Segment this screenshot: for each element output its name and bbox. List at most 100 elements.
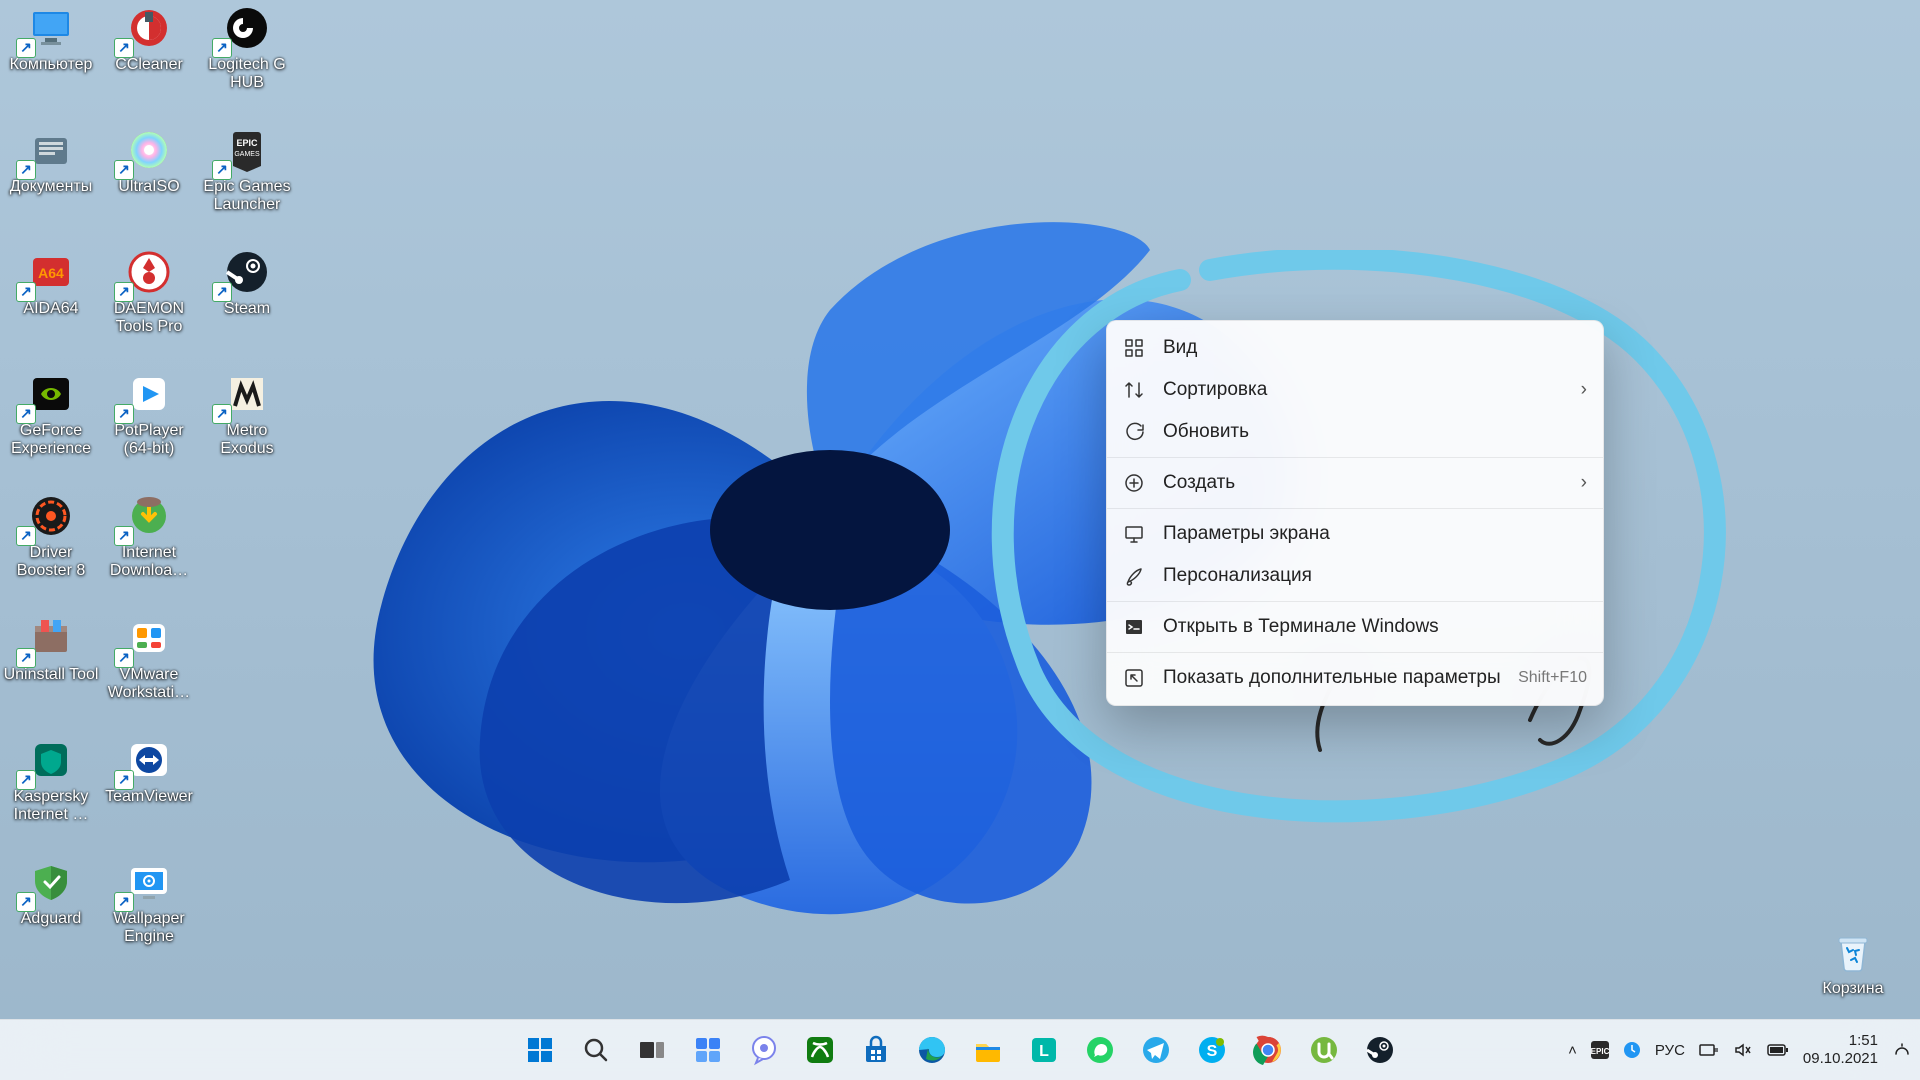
desktop-icon-epic[interactable]: EPICGAMES↗Epic Games Launcher: [198, 126, 296, 214]
shortcut-overlay-icon: ↗: [212, 404, 232, 424]
context-menu-label: Параметры экрана: [1163, 523, 1587, 545]
context-menu-label: Вид: [1163, 337, 1587, 359]
systray-volume-icon[interactable]: [1733, 1042, 1753, 1058]
chrome-icon: [1252, 1034, 1284, 1066]
desktop-icon-daemon[interactable]: ↗DAEMON Tools Pro: [100, 248, 198, 336]
desktop-icon-ccleaner[interactable]: ↗CCleaner: [100, 4, 198, 74]
svg-text:A64: A64: [38, 265, 64, 281]
desktop-icon-label: Logitech G HUB: [199, 56, 295, 92]
taskbar-start-button[interactable]: [516, 1026, 564, 1074]
systray-clock-icon[interactable]: [1623, 1041, 1641, 1059]
chevron-right-icon: ›: [1581, 379, 1587, 401]
desktop-icon-label: Epic Games Launcher: [199, 178, 295, 214]
context-menu-shortcut: Shift+F10: [1518, 669, 1587, 687]
shortcut-overlay-icon: ↗: [114, 38, 134, 58]
taskbar-widgets-button[interactable]: [684, 1026, 732, 1074]
desktop-icon-logitech[interactable]: ↗Logitech G HUB: [198, 4, 296, 92]
brush-icon: [1123, 565, 1145, 587]
taskbar-utorrent-button[interactable]: [1300, 1026, 1348, 1074]
taskbar-chrome-button[interactable]: [1244, 1026, 1292, 1074]
xbox-icon: [804, 1034, 836, 1066]
desktop-icon-vmware[interactable]: ↗VMware Workstati…: [100, 614, 198, 702]
desktop-icon-steam[interactable]: ↗Steam: [198, 248, 296, 318]
desktop-icon-idm[interactable]: ↗Internet Downloa…: [100, 492, 198, 580]
context-menu-item-plus[interactable]: Создать›: [1107, 462, 1603, 504]
desktop-context-menu: Вид Сортировка›Обновить Создать› Параметры …: [1106, 320, 1604, 706]
systray-network-icon[interactable]: [1699, 1042, 1719, 1058]
taskbar-taskview-button[interactable]: [628, 1026, 676, 1074]
taskbar-chat-button[interactable]: [740, 1026, 788, 1074]
taskbar-msstore-button[interactable]: [852, 1026, 900, 1074]
plus-icon: [1123, 472, 1145, 494]
utorrent-icon: [1308, 1034, 1340, 1066]
taskview-icon: [636, 1034, 668, 1066]
context-menu-separator: [1107, 601, 1603, 602]
context-menu-item-sort[interactable]: Сортировка›: [1107, 369, 1603, 411]
context-menu-item-refresh[interactable]: Обновить: [1107, 411, 1603, 453]
context-menu-item-brush[interactable]: Персонализация: [1107, 555, 1603, 597]
desktop-icon-kaspersky[interactable]: ↗Kaspersky Internet …: [2, 736, 100, 824]
desktop-icon-wallpaper[interactable]: ↗Wallpaper Engine: [100, 858, 198, 946]
desktop-icon-computer[interactable]: ↗Компьютер: [2, 4, 100, 74]
context-menu-label: Персонализация: [1163, 565, 1587, 587]
context-menu-separator: [1107, 652, 1603, 653]
desktop-icon-recycle-bin[interactable]: Корзина: [1804, 928, 1902, 998]
systray-battery-icon[interactable]: [1767, 1043, 1789, 1057]
desktop-icon-documents[interactable]: ↗Документы: [2, 126, 100, 196]
shortcut-overlay-icon: ↗: [16, 282, 36, 302]
systray-epic-icon[interactable]: EPIC: [1591, 1041, 1609, 1059]
display-icon: [1123, 523, 1145, 545]
desktop-icon-label: Steam: [224, 300, 270, 318]
desktop-icon-uninstall[interactable]: ↗Uninstall Tool: [2, 614, 100, 684]
context-menu-label: Открыть в Терминале Windows: [1163, 616, 1587, 638]
taskbar-edge-button[interactable]: [908, 1026, 956, 1074]
taskbar-search-button[interactable]: [572, 1026, 620, 1074]
shortcut-overlay-icon: ↗: [16, 892, 36, 912]
desktop-icon-label: Wallpaper Engine: [101, 910, 197, 946]
context-menu-item-display[interactable]: Параметры экрана: [1107, 513, 1603, 555]
svg-text:EPIC: EPIC: [236, 138, 258, 148]
context-menu-separator: [1107, 457, 1603, 458]
context-menu-item-terminal[interactable]: Открыть в Терминале Windows: [1107, 606, 1603, 648]
systray-overflow[interactable]: ˄: [1568, 1042, 1577, 1059]
widgets-icon: [692, 1034, 724, 1066]
desktop-icon-metro[interactable]: ↗Metro Exodus: [198, 370, 296, 458]
taskbar-whatsapp-button[interactable]: [1076, 1026, 1124, 1074]
desktop-icon-label: AIDA64: [23, 300, 78, 318]
context-menu-item-more[interactable]: Показать дополнительные параметрыShift+F…: [1107, 657, 1603, 699]
desktop-icon-label: CCleaner: [115, 56, 183, 74]
desktop-icon-ultraiso[interactable]: ↗UltraISO: [100, 126, 198, 196]
desktop[interactable]: ↗Компьютер↗CCleaner↗Logitech G HUB↗Докум…: [0, 0, 1920, 1020]
msstore-icon: [860, 1034, 892, 1066]
desktop-icon-label: Metro Exodus: [199, 422, 295, 458]
shortcut-overlay-icon: ↗: [16, 38, 36, 58]
desktop-icon-label: Driver Booster 8: [3, 544, 99, 580]
svg-text:GAMES: GAMES: [234, 151, 260, 158]
taskbar-telegram-button[interactable]: [1132, 1026, 1180, 1074]
desktop-icon-teamviewer[interactable]: ↗TeamViewer: [100, 736, 198, 806]
context-menu-item-grid[interactable]: Вид: [1107, 327, 1603, 369]
context-menu-label: Показать дополнительные параметры: [1163, 667, 1518, 689]
desktop-icon-label: Adguard: [21, 910, 82, 928]
desktop-icon-driverbooster[interactable]: ↗Driver Booster 8: [2, 492, 100, 580]
desktop-icon-aida[interactable]: A64↗AIDA64: [2, 248, 100, 318]
desktop-icon-label: Документы: [10, 178, 92, 196]
taskbar-explorer-button[interactable]: [964, 1026, 1012, 1074]
desktop-icon-label: VMware Workstati…: [101, 666, 197, 702]
desktop-icon-potplayer[interactable]: ↗PotPlayer (64-bit): [100, 370, 198, 458]
taskbar-librera-button[interactable]: L: [1020, 1026, 1068, 1074]
desktop-icon-adguard[interactable]: ↗Adguard: [2, 858, 100, 928]
taskbar-skype-button[interactable]: S: [1188, 1026, 1236, 1074]
systray-clock[interactable]: 1:51 09.10.2021: [1803, 1032, 1878, 1068]
systray-language[interactable]: РУС: [1655, 1042, 1685, 1059]
shortcut-overlay-icon: ↗: [16, 770, 36, 790]
taskbar-center: LS: [516, 1026, 1404, 1074]
desktop-icon-label: UltraISO: [118, 178, 179, 196]
systray-notifications-icon[interactable]: [1892, 1040, 1912, 1060]
taskbar-steam-button[interactable]: [1356, 1026, 1404, 1074]
desktop-icon-label: Uninstall Tool: [4, 666, 99, 684]
taskbar-xbox-button[interactable]: [796, 1026, 844, 1074]
desktop-icon-label: DAEMON Tools Pro: [101, 300, 197, 336]
desktop-icon-geforce[interactable]: ↗GeForce Experience: [2, 370, 100, 458]
shortcut-overlay-icon: ↗: [212, 38, 232, 58]
